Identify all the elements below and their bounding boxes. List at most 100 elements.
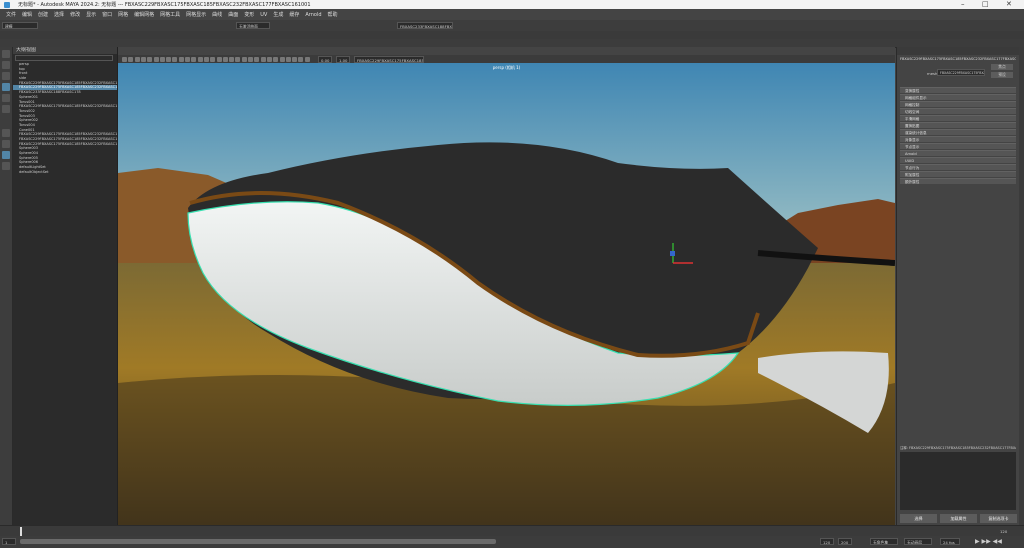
menu-item[interactable]: 编辑 (22, 11, 32, 18)
menu-item[interactable]: 生成 (273, 11, 283, 18)
viewport-tool-icon[interactable] (128, 56, 134, 62)
shelf-tabs[interactable] (0, 31, 1024, 39)
fps-field[interactable]: 24 fps (940, 538, 960, 545)
current-frame-marker[interactable] (20, 527, 22, 536)
attribute-section[interactable]: 网格组件显示 (900, 94, 1016, 100)
mode-selector[interactable]: 建模 (2, 22, 38, 29)
viewport-tool-icon[interactable] (166, 56, 172, 62)
attribute-section[interactable]: 额外属性 (900, 178, 1016, 184)
attribute-section[interactable]: 渲染统计信息 (900, 129, 1016, 135)
live-surface-field[interactable]: 无激活曲面 (236, 22, 270, 29)
anim-layer-field[interactable]: 无动画层 (904, 538, 932, 545)
viewport-tool-icon[interactable] (229, 56, 235, 62)
range-end-field[interactable]: 120 (820, 538, 834, 545)
character-set-field[interactable]: 无角色集 (870, 538, 898, 545)
viewport-tool-icon[interactable] (273, 56, 279, 62)
object-name-field[interactable]: FBXASC233FBXASC188FBXASC178 (397, 22, 453, 29)
viewport-menu[interactable] (118, 47, 895, 55)
menu-item[interactable]: UV (260, 12, 267, 18)
attribute-section[interactable]: 平滑网格 (900, 115, 1016, 121)
viewport[interactable]: 0.00 1.00 FBXASC229FBXASC175FBXASC185 - … (118, 47, 895, 525)
viewport-tool-icon[interactable] (210, 56, 216, 62)
window-maximize-icon[interactable]: □ (982, 0, 989, 9)
viewport-tool-icon[interactable] (134, 56, 140, 62)
load-attributes-button[interactable]: 加载属性 (940, 514, 977, 523)
move-tool-icon[interactable] (2, 83, 10, 91)
menu-item[interactable]: 编辑网格 (134, 11, 154, 18)
viewport-tool-icon[interactable] (172, 56, 178, 62)
channel-box-tabs[interactable] (1019, 47, 1024, 525)
menu-item[interactable]: 网格 (118, 11, 128, 18)
attribute-editor-tabs[interactable] (897, 47, 1020, 55)
viewport-tool-icon[interactable] (304, 56, 310, 62)
menu-item[interactable]: 文件 (6, 11, 16, 18)
window-minimize-icon[interactable]: – (961, 0, 965, 9)
gamma-field[interactable]: 1.00 (336, 55, 350, 63)
attribute-section[interactable]: 对象显示 (900, 136, 1016, 142)
attribute-section[interactable]: 置换贴图 (900, 122, 1016, 128)
copy-tab-button[interactable]: 复制选项卡 (980, 514, 1017, 523)
attribute-section[interactable]: UUID (900, 157, 1016, 163)
layout-four-icon[interactable] (2, 140, 10, 148)
outliner-item[interactable]: FBXASC229FBXASC175FBXASC185FBXASC232FBXA… (13, 137, 117, 142)
viewport-tool-icon[interactable] (279, 56, 285, 62)
range-start-field[interactable]: 1 (2, 538, 16, 545)
attribute-section[interactable]: 节点显示 (900, 143, 1016, 149)
outliner-icon[interactable] (2, 151, 10, 159)
menu-item[interactable]: 创建 (38, 11, 48, 18)
attribute-section[interactable]: 节点行为 (900, 164, 1016, 170)
attribute-section[interactable]: 附加属性 (900, 171, 1016, 177)
viewport-toolbar[interactable]: 0.00 1.00 FBXASC229FBXASC175FBXASC185 - … (118, 55, 895, 63)
viewport-tool-icon[interactable] (254, 56, 260, 62)
select-button[interactable]: 选择 (900, 514, 937, 523)
menu-item[interactable]: 选择 (54, 11, 64, 18)
outliner-item[interactable]: defaultObjectSet (13, 170, 117, 175)
viewport-tool-icon[interactable] (298, 56, 304, 62)
viewport-tool-icon[interactable] (122, 56, 127, 62)
viewport-tool-icon[interactable] (222, 56, 228, 62)
viewport-tool-icon[interactable] (285, 56, 291, 62)
viewport-tool-icon[interactable] (197, 56, 203, 62)
mesh-field[interactable]: FBXASC229FBXASC175FBXASC185FBXASC232Shap… (937, 69, 985, 76)
viewport-tool-icon[interactable] (178, 56, 184, 62)
scene-view[interactable]: persp (相机 1) (118, 63, 895, 525)
menu-item[interactable]: 修改 (70, 11, 80, 18)
viewport-tool-icon[interactable] (159, 56, 165, 62)
paint-select-icon[interactable] (2, 72, 10, 80)
scale-tool-icon[interactable] (2, 105, 10, 113)
viewport-tool-icon[interactable] (216, 56, 222, 62)
range-bar[interactable] (20, 539, 496, 544)
notes-area[interactable] (900, 452, 1016, 510)
viewport-tool-icon[interactable] (292, 56, 298, 62)
viewport-tool-icon[interactable] (185, 56, 190, 62)
layout-persp-outliner-icon[interactable] (2, 162, 10, 170)
viewport-tool-icon[interactable] (248, 56, 253, 62)
layout-single-icon[interactable] (2, 129, 10, 137)
outliner-search[interactable] (15, 55, 113, 61)
play-icon[interactable]: ▶ ▶▶ ◀◀ (975, 538, 1002, 545)
presets-button[interactable]: 预设 (991, 72, 1013, 78)
viewport-tool-icon[interactable] (191, 56, 197, 62)
viewport-tool-icon[interactable] (140, 56, 146, 62)
menu-item[interactable]: 显示 (86, 11, 96, 18)
menu-item[interactable]: 网格工具 (160, 11, 180, 18)
attribute-section[interactable]: Arnold (900, 150, 1016, 156)
attribute-section[interactable]: 切线空间 (900, 108, 1016, 114)
window-close-icon[interactable]: ✕ (1006, 0, 1012, 9)
color-space-field[interactable]: FBXASC229FBXASC175FBXASC185 - ACES 1.0 S… (354, 55, 424, 63)
exposure-field[interactable]: 0.00 (318, 55, 332, 63)
lasso-tool-icon[interactable] (2, 61, 10, 69)
menu-item[interactable]: 曲面 (228, 11, 238, 18)
playback-end-field[interactable]: 200 (838, 538, 852, 545)
menu-item[interactable]: 缓存 (289, 11, 299, 18)
viewport-tool-icon[interactable] (147, 56, 153, 62)
viewport-tool-icon[interactable] (260, 56, 266, 62)
viewport-tool-icon[interactable] (203, 56, 209, 62)
focus-button[interactable]: 焦点 (991, 64, 1013, 70)
menu-item[interactable]: 变形 (244, 11, 254, 18)
attribute-section[interactable]: 网格控制 (900, 101, 1016, 107)
viewport-tool-icon[interactable] (266, 56, 272, 62)
menu-item[interactable]: 曲线 (212, 11, 222, 18)
select-tool-icon[interactable] (2, 50, 10, 58)
viewport-tool-icon[interactable] (235, 56, 241, 62)
